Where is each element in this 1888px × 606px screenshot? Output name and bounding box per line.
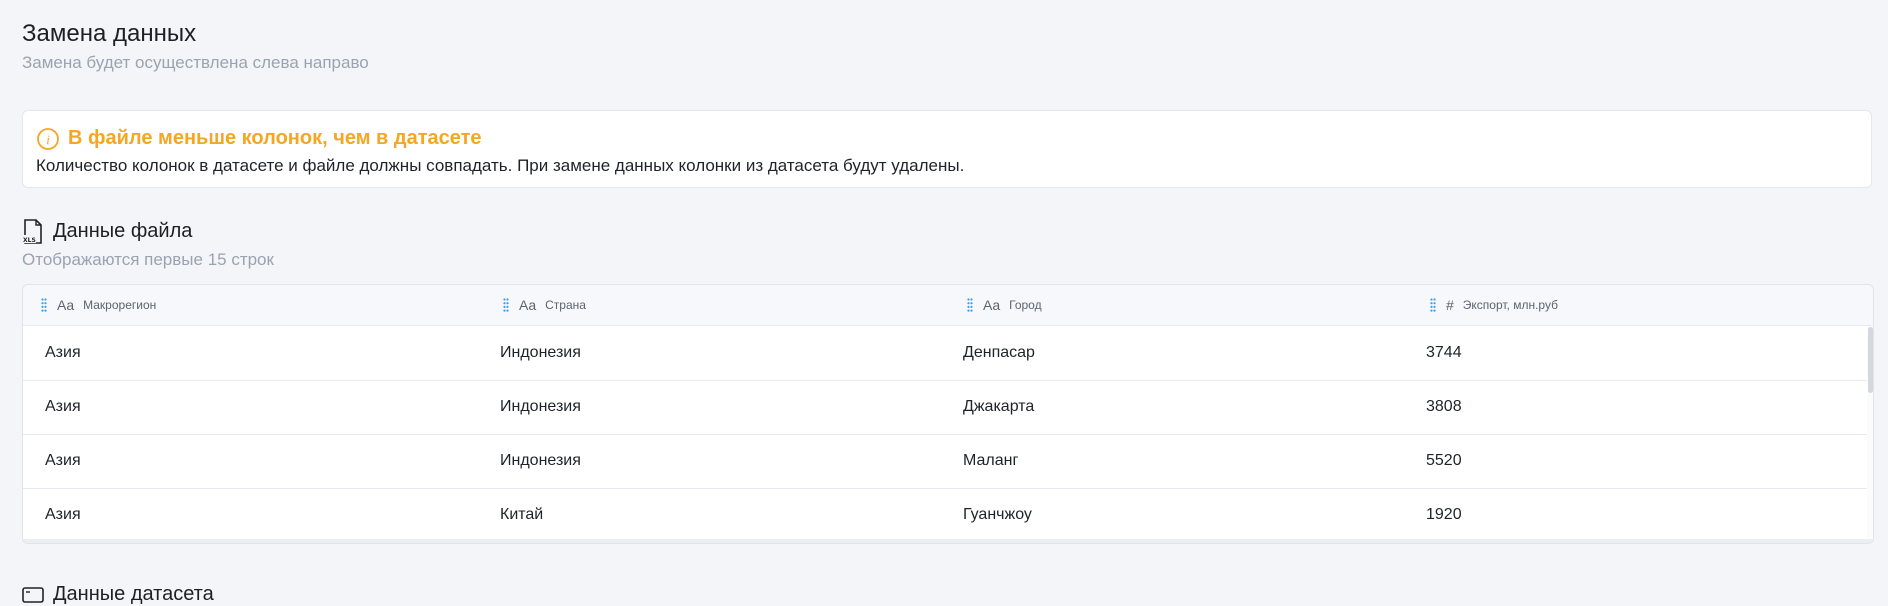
- table-row: Азия Индонезия Маланг 5520: [23, 434, 1871, 489]
- drag-handle-icon[interactable]: [967, 298, 973, 312]
- file-data-subtitle: Отображаются первые 15 строк: [22, 250, 274, 269]
- table-header: Aa Макрорегион Aa Страна Aa Город # Эксп…: [23, 285, 1873, 326]
- table-cell: Индонезия: [500, 452, 581, 469]
- table-cell: Индонезия: [500, 398, 581, 415]
- table-cell: Гуанчжоу: [963, 506, 1032, 523]
- column-label: Город: [1009, 298, 1042, 312]
- page-subtitle: Замена будет осуществлена слева направо: [22, 53, 369, 72]
- table-cell: 5520: [1426, 452, 1462, 469]
- table-cell: Индонезия: [500, 344, 581, 361]
- number-type-icon: #: [1446, 297, 1454, 313]
- column-header[interactable]: Aa Город: [967, 285, 1042, 325]
- column-header[interactable]: # Экспорт, млн.руб: [1430, 285, 1558, 325]
- alert-text: Количество колонок в датасете и файле до…: [36, 156, 965, 175]
- column-header[interactable]: Aa Страна: [503, 285, 586, 325]
- dataset-icon: [22, 587, 44, 603]
- text-type-icon: Aa: [57, 297, 75, 313]
- column-label: Страна: [545, 298, 586, 312]
- table-cell: Денпасар: [963, 344, 1035, 361]
- warning-alert: i В файле меньше колонок, чем в датасете…: [22, 110, 1872, 188]
- column-header[interactable]: Aa Макрорегион: [41, 285, 156, 325]
- page-title: Замена данных: [22, 20, 197, 47]
- file-data-table: Aa Макрорегион Aa Страна Aa Город # Эксп…: [22, 284, 1874, 544]
- table-cell: Азия: [45, 398, 81, 415]
- file-data-title: Данные файла: [53, 220, 193, 242]
- alert-title: В файле меньше колонок, чем в датасете: [68, 127, 482, 149]
- drag-handle-icon[interactable]: [503, 298, 509, 312]
- table-cell: Джакарта: [963, 398, 1035, 415]
- column-label: Макрорегион: [83, 298, 157, 312]
- table-row: Азия Индонезия Денпасар 3744: [23, 326, 1871, 381]
- vertical-scrollbar-thumb[interactable]: [1868, 327, 1873, 393]
- horizontal-scrollbar[interactable]: [23, 539, 1873, 543]
- table-cell: Азия: [45, 506, 81, 523]
- table-cell: Китай: [500, 506, 544, 523]
- text-type-icon: Aa: [983, 297, 1001, 313]
- table-cell: 1920: [1426, 506, 1462, 523]
- table-cell: Маланг: [963, 452, 1019, 469]
- svg-text:XLS: XLS: [23, 237, 36, 244]
- table-cell: Азия: [45, 344, 81, 361]
- dataset-data-title: Данные датасета: [53, 583, 214, 605]
- info-icon: i: [37, 128, 59, 150]
- table-cell: Азия: [45, 452, 81, 469]
- table-cell: 3744: [1426, 344, 1462, 361]
- table-row: Азия Индонезия Джакарта 3808: [23, 380, 1871, 435]
- table-cell: 3808: [1426, 398, 1462, 415]
- drag-handle-icon[interactable]: [1430, 298, 1436, 312]
- table-row: Азия Китай Гуанчжоу 1920: [23, 488, 1871, 543]
- svg-text:i: i: [46, 132, 50, 147]
- text-type-icon: Aa: [519, 297, 537, 313]
- xls-file-icon: XLS: [22, 219, 42, 244]
- drag-handle-icon[interactable]: [41, 298, 47, 312]
- column-label: Экспорт, млн.руб: [1462, 298, 1558, 312]
